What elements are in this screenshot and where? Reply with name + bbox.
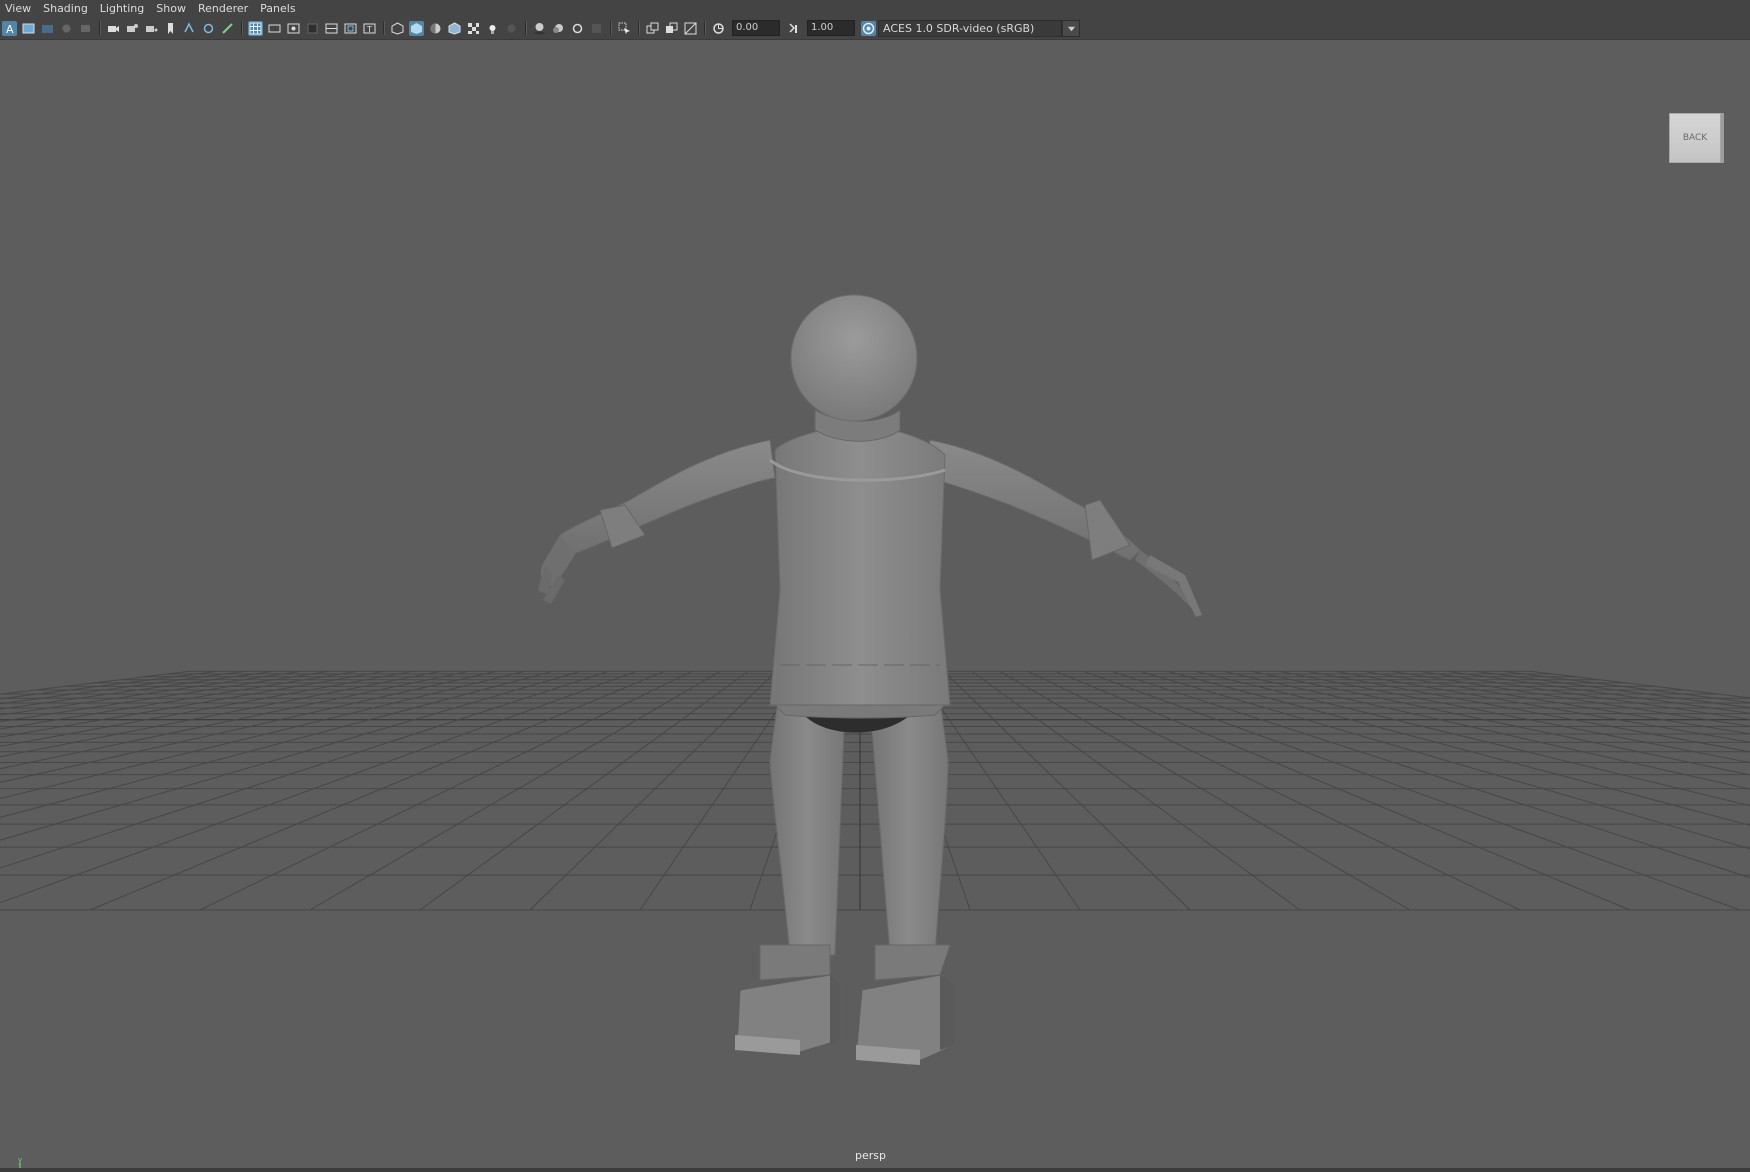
viewcube[interactable]: BACK — [1669, 113, 1721, 163]
grid-line — [1083, 670, 1741, 911]
xray-joints-icon[interactable] — [664, 21, 679, 36]
anti-aliasing-icon[interactable] — [570, 21, 585, 36]
scene-canvas — [0, 294, 1750, 1066]
default-material-icon[interactable] — [428, 21, 443, 36]
svg-text:y: y — [18, 1156, 22, 1164]
motion-blur-icon[interactable] — [551, 21, 566, 36]
safe-title-icon[interactable]: T — [362, 21, 377, 36]
exposure-icon[interactable] — [711, 21, 726, 36]
xray-icon[interactable] — [645, 21, 660, 36]
2d-pan-zoom-icon[interactable] — [78, 21, 93, 36]
chevron-down-icon[interactable] — [1062, 19, 1080, 37]
grid-line — [0, 670, 245, 705]
grid-line — [1279, 670, 1750, 764]
color-management-icon[interactable] — [861, 20, 876, 36]
grid-line — [419, 670, 749, 911]
grid-line — [309, 670, 721, 911]
grid-icon[interactable] — [248, 20, 263, 36]
grid-line — [1111, 670, 1750, 879]
menu-panels[interactable]: Panels — [254, 0, 301, 17]
shadows-icon[interactable] — [504, 21, 519, 36]
grid-line — [199, 670, 693, 911]
menu-show[interactable]: Show — [150, 0, 192, 17]
grid-line — [943, 670, 1191, 911]
grid-line — [999, 670, 1411, 911]
svg-text:A: A — [6, 23, 14, 35]
grid-line — [1307, 670, 1750, 753]
select-camera-icon[interactable]: A — [2, 20, 17, 36]
menu-lighting[interactable]: Lighting — [94, 0, 150, 17]
grid-line — [0, 670, 581, 841]
grid-line — [0, 670, 609, 869]
viewport-bottom-border — [0, 1168, 1750, 1172]
panel-toolbar: A T 0.00 1.00 ACES 1.0 SDR-video (sRGB) — [0, 17, 1750, 40]
grid-line — [1447, 670, 1750, 714]
menu-shading[interactable]: Shading — [37, 0, 94, 17]
film-gate-icon[interactable] — [267, 21, 282, 36]
camera-bookmark-icon[interactable] — [144, 21, 159, 36]
gamma-field[interactable]: 1.00 — [807, 20, 855, 36]
grid-line — [529, 670, 777, 911]
textured-icon[interactable] — [447, 21, 462, 36]
image-plane-icon[interactable] — [59, 21, 74, 36]
bookmark-icon[interactable] — [163, 21, 178, 36]
camera-name-label: persp — [855, 1149, 886, 1162]
ambient-occlusion-icon[interactable] — [532, 21, 547, 36]
grid-line — [1139, 670, 1750, 850]
checker-icon[interactable] — [466, 21, 481, 36]
grid-line — [0, 670, 329, 723]
xray-active-icon[interactable] — [683, 21, 698, 36]
tumble-icon[interactable] — [182, 21, 197, 36]
grid-line — [0, 670, 413, 747]
bookmarks-icon[interactable] — [40, 21, 55, 36]
grid-line — [1251, 670, 1750, 776]
axis-gizmo-icon: y z — [18, 1156, 22, 1168]
camera-icon[interactable] — [106, 21, 121, 36]
pencil-icon[interactable] — [220, 21, 235, 36]
exposure-field[interactable]: 0.00 — [732, 20, 780, 36]
wireframe-icon[interactable] — [390, 21, 405, 36]
svg-text:T: T — [366, 25, 372, 34]
grid-line — [0, 670, 469, 770]
viewcube-face-label: BACK — [1682, 133, 1708, 143]
camera-lock-icon[interactable] — [125, 21, 140, 36]
grid-line — [971, 670, 1301, 911]
panel-menubar: View Shading Lighting Show Renderer Pane… — [0, 0, 1750, 17]
depth-of-field-icon[interactable] — [589, 21, 604, 36]
field-chart-icon[interactable] — [324, 21, 339, 36]
viewport-3d[interactable]: BACK y z — [0, 40, 1750, 1168]
menu-renderer[interactable]: Renderer — [192, 0, 254, 17]
grid-line — [0, 670, 441, 758]
lights-icon[interactable] — [485, 21, 500, 36]
menu-view[interactable]: View — [0, 0, 37, 17]
track-icon[interactable] — [201, 21, 216, 36]
gamma-icon[interactable] — [786, 21, 801, 36]
grid-line — [1027, 670, 1521, 911]
color-space-select[interactable]: ACES 1.0 SDR-video (sRGB) — [878, 19, 1062, 37]
resolution-gate-icon[interactable] — [286, 21, 301, 36]
smooth-shade-icon[interactable] — [409, 20, 424, 36]
gate-mask-icon[interactable] — [305, 21, 320, 36]
grid-line — [0, 670, 497, 783]
camera-attributes-icon[interactable] — [21, 21, 36, 36]
safe-action-icon[interactable] — [343, 21, 358, 36]
isolate-select-icon[interactable] — [617, 21, 632, 36]
